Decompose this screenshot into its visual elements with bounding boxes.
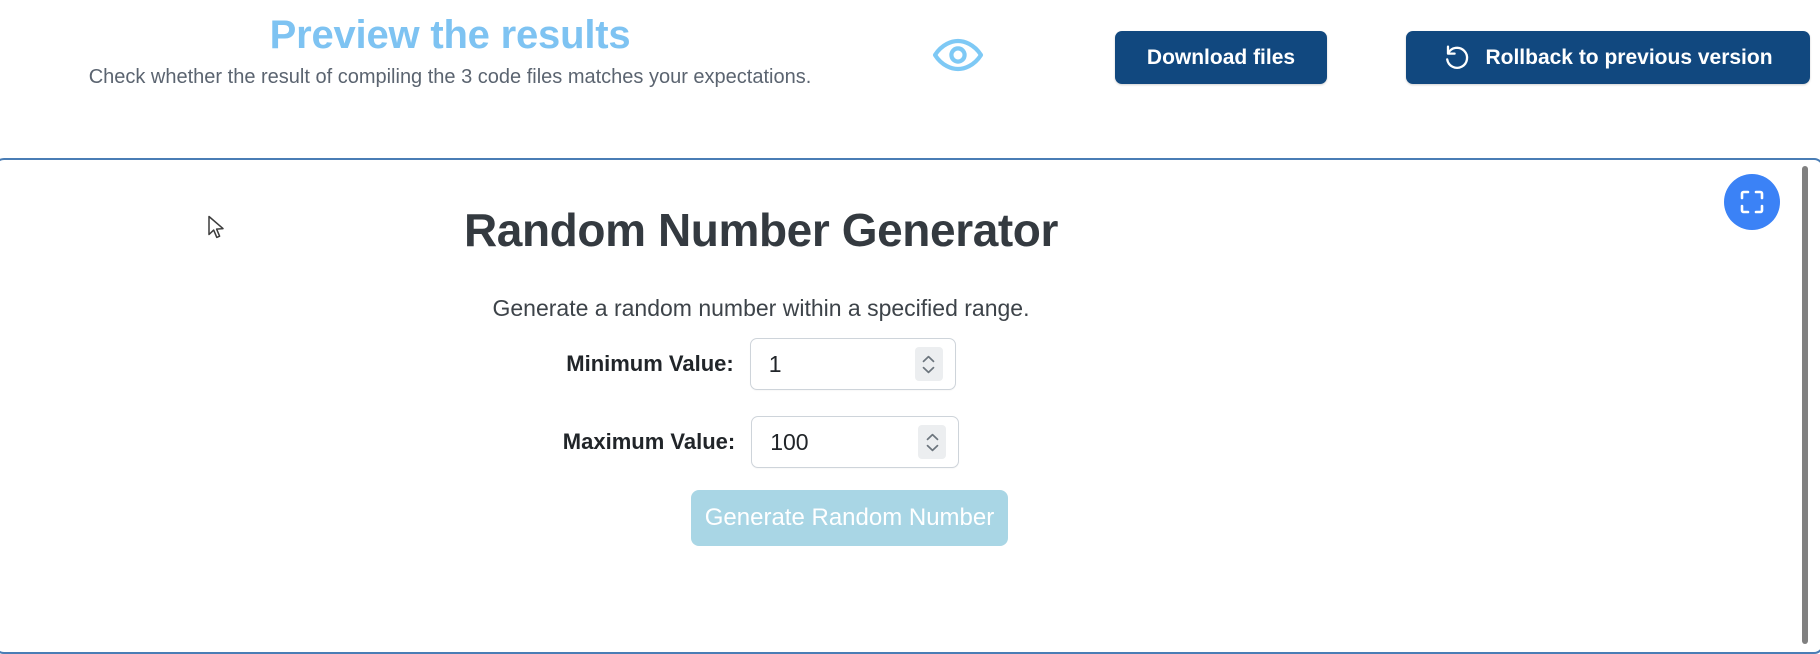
panel-scrollbar-thumb[interactable] (1802, 166, 1808, 644)
minimum-value-stepper[interactable] (914, 347, 943, 381)
generate-random-number-button[interactable]: Generate Random Number (691, 490, 1008, 546)
page-subtitle: Check whether the result of compiling th… (88, 66, 812, 89)
chevron-down-icon[interactable] (922, 366, 935, 374)
chevron-up-icon[interactable] (922, 355, 935, 363)
download-files-button[interactable]: Download files (1115, 31, 1327, 84)
header-text-block: Preview the results Check whether the re… (0, 13, 900, 89)
app-heading: Random Number Generator (463, 204, 1058, 256)
maximum-value-text: 100 (770, 428, 809, 455)
maximum-value-row: Maximum Value: 100 (0, 416, 1526, 468)
fullscreen-button[interactable] (1724, 174, 1780, 230)
fullscreen-expand-icon (1738, 188, 1766, 216)
minimum-value-text: 1 (768, 350, 782, 377)
rotate-ccw-icon (1443, 44, 1471, 72)
chevron-up-icon[interactable] (926, 433, 939, 441)
chevron-down-icon[interactable] (926, 444, 939, 452)
maximum-value-label: Maximum Value: (562, 429, 736, 454)
minimum-value-row: Minimum Value: 1 (0, 338, 1526, 390)
fullscreen-expand-icon-svg (1740, 190, 1764, 214)
rotate-ccw-icon-svg (1446, 44, 1469, 69)
rollback-button[interactable]: Rollback to previous version (1406, 31, 1810, 84)
download-files-label: Download files (1146, 45, 1296, 69)
maximum-value-stepper[interactable] (918, 425, 947, 459)
page-title: Preview the results (269, 13, 631, 57)
minimum-value-input[interactable]: 1 (749, 338, 956, 390)
app-description: Generate a random number within a specif… (492, 295, 1030, 321)
maximum-value-input[interactable]: 100 (751, 416, 960, 468)
preview-app-content: Random Number Generator Generate a rando… (0, 160, 1758, 652)
page-header: Preview the results Check whether the re… (0, 0, 1820, 158)
eye-icon (930, 33, 986, 77)
preview-panel: Random Number Generator Generate a rando… (0, 158, 1820, 654)
eye-icon-svg (932, 38, 984, 72)
rollback-label: Rollback to previous version (1485, 45, 1773, 69)
minimum-value-label: Minimum Value: (566, 351, 734, 376)
panel-scrollbar[interactable] (1798, 164, 1812, 652)
